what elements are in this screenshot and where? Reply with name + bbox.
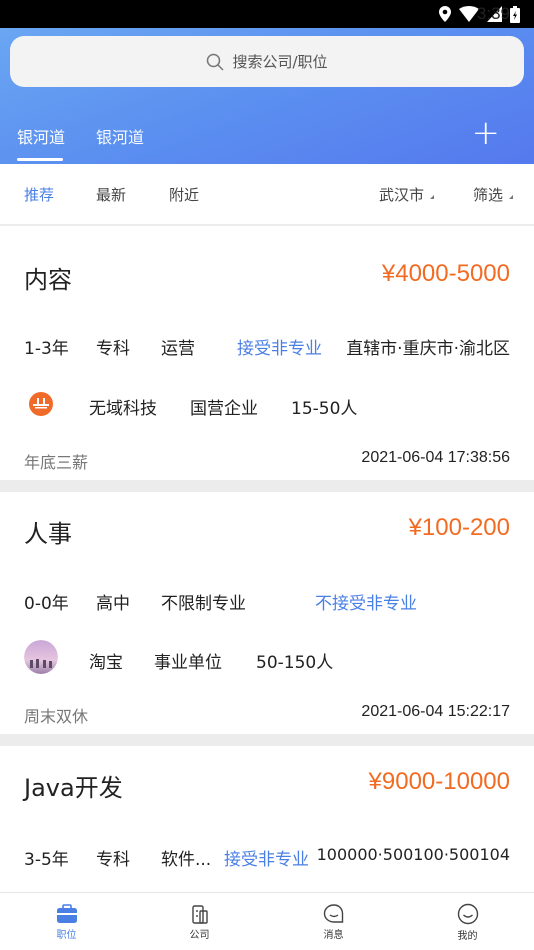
company-type: 事业单位 (154, 653, 222, 673)
job-location: 100000·500100·500104 (316, 845, 510, 864)
search-input[interactable]: 搜索公司/职位 (10, 36, 524, 87)
job-time: 2021-06-04 15:22:17 (361, 703, 510, 720)
city-label: 武汉市 (379, 186, 425, 204)
tab-indicator (17, 158, 63, 161)
building-icon (191, 904, 208, 924)
filter-label: 筛选 (473, 186, 504, 204)
search-icon (207, 53, 224, 71)
job-salary: ¥4000-5000 (381, 260, 510, 287)
add-icon[interactable]: + (472, 116, 501, 150)
company-logo (24, 640, 58, 674)
nav-label: 消息 (323, 929, 344, 941)
company-name: 淘宝 (89, 653, 123, 673)
tab-yinhedao-1[interactable]: 银河道 (17, 124, 65, 148)
smile-icon (457, 903, 478, 924)
filter-recommend[interactable]: 推荐 (24, 184, 54, 205)
status-bar: 3:39 (0, 0, 534, 28)
dropdown-triangle-icon (509, 195, 514, 199)
job-education: 高中 (96, 594, 130, 614)
bottom-nav: 职位 公司 消息 我的 (0, 892, 534, 950)
job-title: Java开发 (24, 774, 123, 802)
city-select[interactable]: 武汉市 (379, 184, 435, 205)
job-experience: 3-5年 (24, 850, 69, 870)
nav-messages[interactable]: 消息 (267, 893, 400, 950)
battery-icon (510, 5, 520, 23)
tab-bar: 银河道 银河道 + (0, 116, 534, 164)
nav-jobs[interactable]: 职位 (0, 893, 133, 950)
job-category: 运营 (161, 339, 195, 359)
location-icon (439, 6, 451, 22)
nav-label: 职位 (56, 929, 77, 941)
nav-company[interactable]: 公司 (133, 893, 266, 950)
filter-latest[interactable]: 最新 (96, 184, 126, 205)
company-size: 15-50人 (291, 399, 358, 419)
job-category: 软件... (161, 850, 212, 870)
filter-bar: 推荐 最新 附近 武汉市 筛选 (0, 164, 534, 224)
filter-nearby[interactable]: 附近 (169, 184, 199, 205)
job-major-requirement: 接受非专业 (237, 339, 322, 359)
nav-label: 公司 (189, 929, 210, 941)
job-location: 直辖市·重庆市·渝北区 (346, 339, 510, 359)
job-time: 2021-06-04 17:38:56 (361, 449, 510, 466)
job-title: 人事 (24, 520, 72, 548)
search-placeholder: 搜索公司/职位 (232, 53, 328, 71)
job-education: 专科 (96, 850, 130, 870)
job-card[interactable]: 内容 ¥4000-5000 1-3年 专科 运营 接受非专业 直辖市·重庆市·渝… (0, 226, 534, 480)
job-category: 不限制专业 (161, 594, 246, 614)
briefcase-icon (56, 903, 77, 923)
nav-profile[interactable]: 我的 (401, 893, 534, 950)
company-type: 国营企业 (190, 399, 258, 419)
job-card[interactable]: 人事 ¥100-200 0-0年 高中 不限制专业 不接受非专业 淘宝 事业单位… (0, 492, 534, 734)
job-experience: 1-3年 (24, 339, 69, 359)
clock: 3:39 (476, 4, 510, 23)
company-logo (24, 387, 58, 421)
company-size: 50-150人 (256, 653, 334, 673)
job-experience: 0-0年 (24, 594, 69, 614)
tab-yinhedao-2[interactable]: 银河道 (96, 124, 144, 148)
job-education: 专科 (96, 339, 130, 359)
job-major-requirement: 不接受非专业 (315, 594, 417, 614)
job-card[interactable]: Java开发 ¥9000-10000 3-5年 专科 软件... 接受非专业 1… (0, 746, 534, 892)
job-major-requirement: 接受非专业 (224, 850, 309, 870)
job-benefit: 周末双休 (24, 707, 89, 726)
filter-button[interactable]: 筛选 (473, 184, 514, 205)
header: 搜索公司/职位 银河道 银河道 + (0, 28, 534, 164)
job-title: 内容 (24, 266, 72, 294)
job-salary: ¥9000-10000 (368, 768, 510, 795)
dropdown-triangle-icon (430, 195, 435, 199)
chat-icon (323, 903, 343, 923)
company-name: 无域科技 (89, 399, 157, 419)
nav-label: 我的 (457, 930, 478, 942)
job-benefit: 年底三薪 (24, 453, 89, 472)
job-salary: ¥100-200 (408, 514, 510, 541)
